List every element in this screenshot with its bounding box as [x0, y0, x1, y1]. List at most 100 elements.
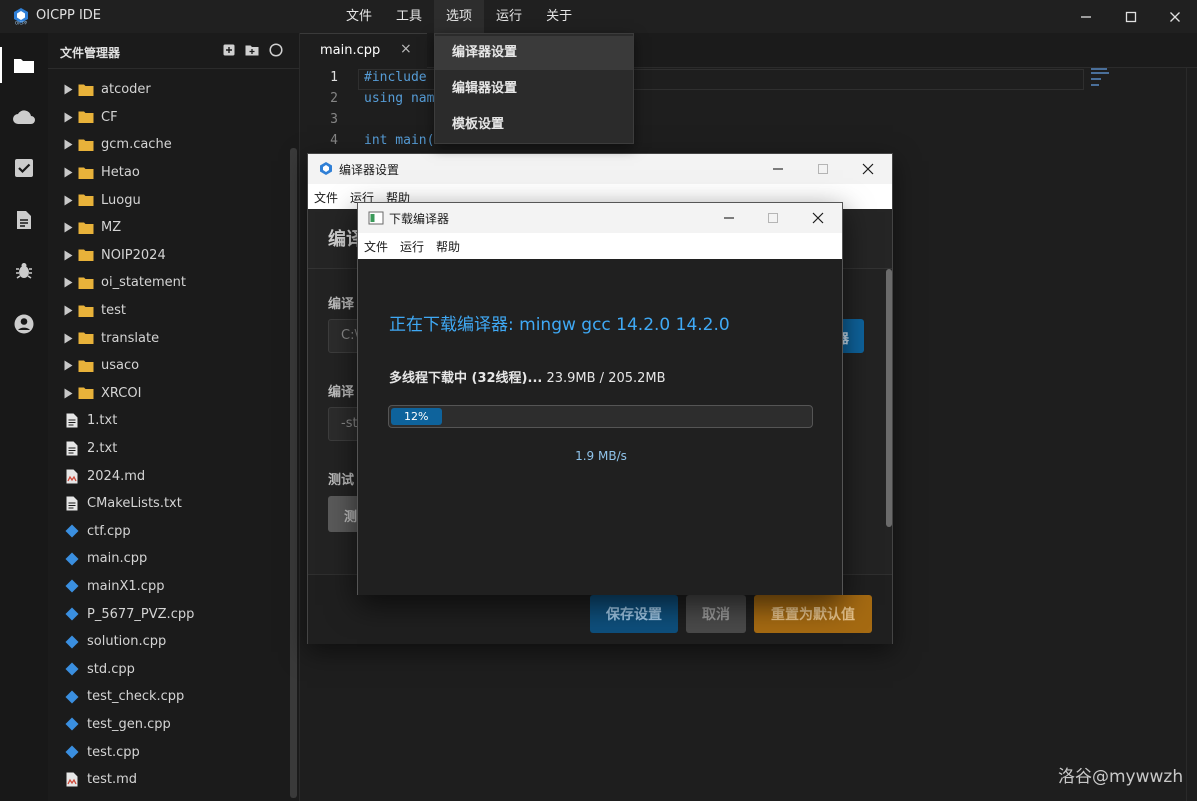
menu-options[interactable]: 选项	[434, 0, 485, 33]
close-button[interactable]	[1152, 0, 1197, 33]
explorer-activity-button[interactable]	[0, 41, 48, 89]
download-window-maximize[interactable]	[751, 203, 795, 233]
menu-run[interactable]: 运行	[400, 233, 430, 258]
svg-text:OICPP: OICPP	[15, 21, 28, 26]
minimize-icon	[724, 217, 734, 219]
menu-about[interactable]: 关于	[534, 0, 584, 33]
folder-icon	[78, 111, 94, 124]
tree-folder[interactable]: NOIP2024	[48, 242, 300, 270]
cloud-activity-button[interactable]	[0, 93, 48, 141]
chevron-right-icon	[64, 139, 73, 150]
tree-folder[interactable]: XRCOI	[48, 380, 300, 408]
tree-item-label: test_check.cpp	[87, 689, 185, 705]
tree-file[interactable]: test_check.cpp	[48, 683, 300, 711]
menu-help[interactable]: 帮助	[436, 233, 466, 258]
tab-main-cpp[interactable]: main.cpp ×	[300, 33, 427, 68]
menu-file[interactable]: 文件	[364, 233, 394, 258]
title-bar: OICPP OICPP IDE 文件 工具 选项 运行 关于	[0, 0, 1197, 33]
tree-file[interactable]: 2024.md	[48, 462, 300, 490]
window-icon	[368, 211, 384, 225]
tab-close-icon[interactable]: ×	[400, 41, 412, 57]
tree-folder[interactable]: atcoder	[48, 76, 300, 104]
tree-file[interactable]: solution.cpp	[48, 628, 300, 656]
tree-folder[interactable]: usaco	[48, 352, 300, 380]
debug-activity-button[interactable]	[0, 247, 48, 295]
maximize-button[interactable]	[1108, 0, 1154, 33]
main-menubar: 文件 工具 选项 运行 关于	[334, 0, 584, 33]
download-progress-bar: 12%	[388, 405, 813, 428]
new-file-button[interactable]	[222, 43, 236, 57]
compiler-path-label: 编译	[328, 297, 355, 312]
document-activity-button[interactable]	[0, 196, 48, 244]
menu-tools[interactable]: 工具	[384, 0, 434, 33]
tree-item-label: 2.txt	[87, 441, 118, 457]
save-settings-button[interactable]: 保存设置	[590, 595, 678, 633]
tree-folder[interactable]: Hetao	[48, 159, 300, 187]
tree-file[interactable]: std.cpp	[48, 655, 300, 683]
compiler-window-maximize[interactable]	[801, 154, 845, 184]
line-number: 2	[330, 91, 338, 106]
menu-file[interactable]: 文件	[334, 0, 384, 33]
chevron-right-icon	[64, 360, 73, 371]
reset-defaults-button[interactable]: 重置为默认值	[754, 595, 872, 633]
tree-folder[interactable]: test	[48, 297, 300, 325]
cancel-button[interactable]: 取消	[686, 595, 746, 633]
tree-file[interactable]: P_5677_PVZ.cpp	[48, 600, 300, 628]
minimize-button[interactable]	[1063, 0, 1109, 33]
download-window-menubar: 文件 运行 帮助	[358, 233, 842, 259]
chevron-right-icon	[64, 250, 73, 261]
tree-file[interactable]: ctf.cpp	[48, 518, 300, 546]
tree-file[interactable]: main.cpp	[48, 545, 300, 573]
menu-item-editor-settings[interactable]: 编辑器设置	[435, 72, 633, 106]
markdown-file-icon	[66, 469, 78, 484]
compiler-window-scrollbar[interactable]	[886, 269, 892, 527]
minimize-icon	[773, 168, 783, 170]
menu-run[interactable]: 运行	[484, 0, 534, 33]
menu-file[interactable]: 文件	[314, 184, 344, 209]
download-window-close[interactable]	[796, 203, 840, 233]
compiler-window-minimize[interactable]	[756, 154, 800, 184]
cpp-file-icon	[65, 635, 79, 649]
tree-file[interactable]: test.cpp	[48, 738, 300, 766]
chevron-right-icon	[64, 195, 73, 206]
cpp-file-icon	[65, 690, 79, 704]
file-explorer: 文件管理器 atcoder CF gcm.cache Hetao Luogu MZ NOIP…	[48, 33, 300, 801]
download-window-body: 正在下载编译器: mingw gcc 14.2.0 14.2.0 多线程下载中 …	[358, 259, 842, 595]
checklist-activity-button[interactable]	[0, 144, 48, 192]
cpp-file-icon	[65, 607, 79, 621]
chevron-right-icon	[64, 112, 73, 123]
tree-folder[interactable]: Luogu	[48, 186, 300, 214]
explorer-scrollbar[interactable]	[290, 148, 297, 798]
tree-item-label: test.md	[87, 772, 138, 788]
account-icon	[14, 314, 34, 334]
tree-folder[interactable]: CF	[48, 104, 300, 132]
download-window-title: 下载编译器	[389, 212, 450, 226]
chevron-right-icon	[64, 167, 73, 178]
tree-file[interactable]: test_gen.cpp	[48, 711, 300, 739]
menu-item-template-settings[interactable]: 模板设置	[435, 108, 633, 142]
close-icon	[862, 163, 874, 175]
maximize-icon	[768, 213, 778, 223]
tree-folder[interactable]: translate	[48, 324, 300, 352]
tree-file[interactable]: 1.txt	[48, 407, 300, 435]
app-logo-icon: OICPP	[14, 8, 28, 26]
text-file-icon	[66, 413, 78, 428]
refresh-button[interactable]	[269, 43, 283, 57]
tree-file[interactable]: 2.txt	[48, 435, 300, 463]
text-file-icon	[66, 496, 78, 511]
tree-file[interactable]: mainX1.cpp	[48, 573, 300, 601]
tree-item-label: XRCOI	[101, 385, 142, 401]
tree-file[interactable]: CMakeLists.txt	[48, 490, 300, 518]
tree-folder[interactable]: MZ	[48, 214, 300, 242]
minimap[interactable]	[1091, 68, 1111, 88]
download-window-minimize[interactable]	[707, 203, 751, 233]
tree-folder[interactable]: oi_statement	[48, 269, 300, 297]
tree-file[interactable]: test.md	[48, 766, 300, 794]
account-activity-button[interactable]	[0, 300, 48, 348]
tree-folder[interactable]: gcm.cache	[48, 131, 300, 159]
new-folder-button[interactable]	[245, 43, 259, 57]
compiler-window-close[interactable]	[846, 154, 890, 184]
menu-item-compiler-settings[interactable]: 编译器设置	[435, 36, 633, 70]
markdown-file-icon	[66, 772, 78, 787]
tree-item-label: NOIP2024	[101, 247, 166, 263]
